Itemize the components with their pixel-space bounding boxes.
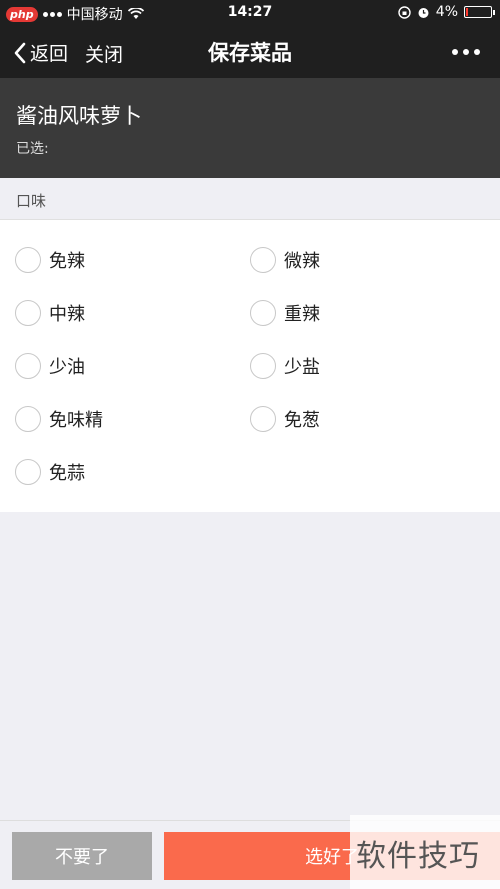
option-label: 免葱 [284,410,320,431]
option-label: 重辣 [284,304,320,325]
battery-percent: 4% [435,4,458,20]
dish-name: 酱油风味萝卜 [16,104,142,128]
orientation-lock-icon [398,5,411,19]
option-label: 免味精 [49,410,103,431]
option-item[interactable]: 免葱 [250,401,470,437]
status-bar: php 中国移动 14:27 4% [0,0,500,26]
alarm-icon [418,7,429,18]
radio-button[interactable] [250,406,276,432]
option-label: 微辣 [284,251,320,272]
radio-button[interactable] [15,459,41,485]
option-label: 中辣 [49,304,85,325]
option-item[interactable]: 中辣 [15,295,235,331]
section-label: 口味 [16,192,47,210]
radio-button[interactable] [250,353,276,379]
dont-want-button[interactable]: 不要了 [12,832,152,880]
section-header-taste: 口味 [0,178,500,220]
status-right: 4% [398,4,495,20]
back-button[interactable]: 返回 [14,39,68,66]
watermark-text: 软件技巧 [356,839,480,874]
option-label: 免蒜 [49,463,85,484]
close-button[interactable]: 关闭 [85,40,123,67]
page-title: 保存菜品 [208,41,292,65]
radio-button[interactable] [250,300,276,326]
radio-button[interactable] [15,353,41,379]
option-label: 少油 [49,357,85,378]
option-item[interactable]: 免辣 [15,242,235,278]
option-item[interactable]: 少盐 [250,348,470,384]
radio-button[interactable] [250,247,276,273]
more-options-icon[interactable] [452,49,480,55]
option-label: 免辣 [49,251,85,272]
chevron-left-icon [14,42,26,63]
back-label: 返回 [30,43,69,65]
option-label: 少盐 [284,357,320,378]
dish-header: 酱油风味萝卜 已选: [0,78,500,178]
option-item[interactable]: 免味精 [15,401,235,437]
watermark: 软件技巧 [350,815,500,889]
option-item[interactable]: 重辣 [250,295,470,331]
option-item[interactable]: 免蒜 [15,454,235,490]
option-item[interactable]: 微辣 [250,242,470,278]
radio-button[interactable] [15,247,41,273]
nav-bar: 返回 关闭 保存菜品 [0,26,500,78]
option-item[interactable]: 少油 [15,348,235,384]
radio-button[interactable] [15,300,41,326]
battery-icon [464,6,495,18]
taste-options: 免辣 微辣 中辣 重辣 少油 少盐 免味精 免葱 免蒜 [0,220,500,512]
radio-button[interactable] [15,406,41,432]
selected-label: 已选: [16,141,49,157]
